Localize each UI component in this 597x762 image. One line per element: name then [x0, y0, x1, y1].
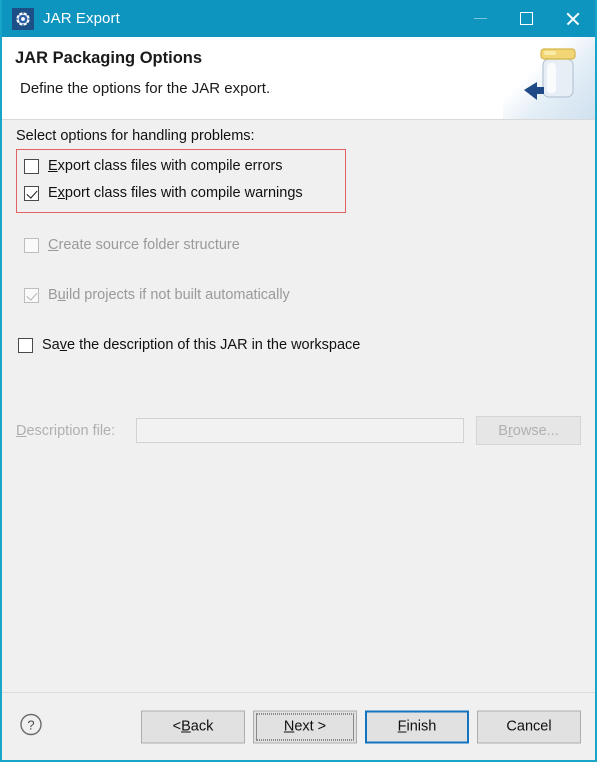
maximize-icon	[519, 12, 533, 25]
help-icon[interactable]: ?	[19, 712, 43, 741]
checkbox-save-description-in-workspace[interactable]: Save the description of this JAR in the …	[18, 334, 360, 356]
browse-button[interactable]: Browse...	[476, 416, 581, 445]
svg-text:?: ?	[27, 717, 34, 732]
checkbox-label: Export class files with compile warnings	[48, 185, 303, 201]
checkbox-label: Save the description of this JAR in the …	[42, 337, 361, 353]
checkbox-label: Export class files with compile errors	[48, 158, 283, 174]
title-bar: JAR Export	[2, 0, 595, 37]
maximize-button[interactable]	[503, 0, 549, 37]
checkbox-create-source-folder-structure[interactable]: Create source folder structure	[24, 234, 240, 256]
checkbox-box	[24, 237, 39, 253]
dialog-footer: ? < Back Next > Finish Cancel	[2, 692, 595, 760]
jar-export-dialog: JAR Export JAR Packaging Options Define …	[0, 0, 597, 762]
footer-button-group: < Back Next > Finish Cancel	[141, 710, 581, 743]
cancel-button[interactable]: Cancel	[477, 710, 581, 743]
close-button[interactable]	[549, 0, 595, 37]
jar-export-banner-icon	[503, 37, 595, 119]
minimize-button[interactable]	[457, 0, 503, 37]
section-label: Select options for handling problems:	[16, 128, 255, 144]
checkbox-box	[24, 185, 39, 201]
dialog-header: JAR Packaging Options Define the options…	[2, 37, 595, 120]
back-button[interactable]: < Back	[141, 710, 245, 743]
checkbox-label: Build projects if not built automaticall…	[48, 287, 290, 303]
checkbox-box	[24, 287, 39, 303]
checkbox-build-projects-if-not-built[interactable]: Build projects if not built automaticall…	[24, 284, 290, 306]
finish-button[interactable]: Finish	[365, 710, 469, 743]
checkbox-box	[24, 158, 39, 174]
window-controls	[457, 0, 595, 37]
checkbox-export-with-warnings[interactable]: Export class files with compile warnings	[24, 182, 303, 204]
description-file-label: Description file:	[16, 422, 116, 439]
page-title: JAR Packaging Options	[15, 49, 203, 67]
close-icon	[565, 11, 580, 26]
description-file-input[interactable]	[136, 418, 464, 443]
checkbox-label: Create source folder structure	[48, 237, 240, 253]
next-button[interactable]: Next >	[253, 710, 357, 743]
checkbox-export-with-errors[interactable]: Export class files with compile errors	[24, 155, 283, 177]
checkbox-box	[18, 337, 33, 353]
description-file-row: Description file: Browse...	[16, 416, 581, 445]
minimize-icon	[473, 18, 487, 19]
gear-icon	[12, 7, 34, 30]
page-subtitle: Define the options for the JAR export.	[20, 80, 271, 97]
window-title: JAR Export	[43, 10, 120, 27]
dialog-body: Select options for handling problems: Ex…	[2, 120, 595, 692]
